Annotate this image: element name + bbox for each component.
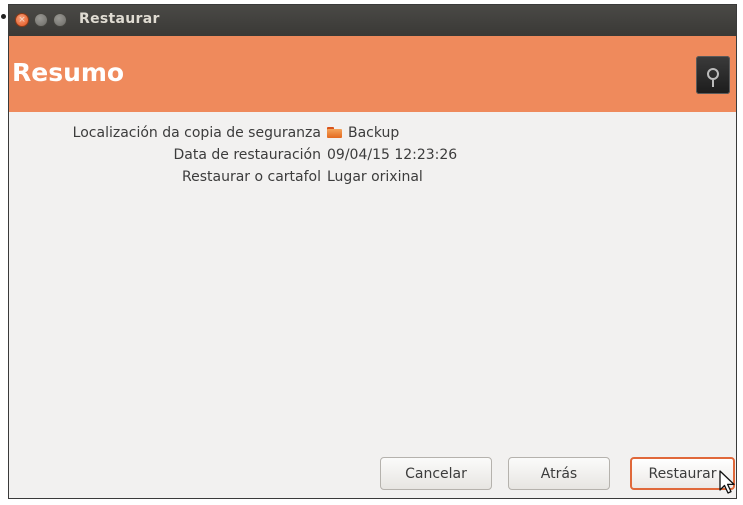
window-title: Restaurar xyxy=(79,11,160,27)
page-header: Resumo xyxy=(9,36,736,112)
back-button[interactable]: Atrás xyxy=(508,457,610,490)
maximize-icon[interactable] xyxy=(53,13,67,27)
safe-icon xyxy=(696,56,730,94)
summary-value: Backup xyxy=(348,125,400,141)
summary-value: 09/04/15 12:23:26 xyxy=(327,147,458,163)
summary-label: Data de restauración xyxy=(173,147,322,163)
cancel-button[interactable]: Cancelar xyxy=(380,457,492,490)
folder-icon xyxy=(327,127,342,138)
mouse-cursor-icon xyxy=(719,470,735,494)
summary-value: Lugar orixinal xyxy=(327,169,423,185)
restore-dialog: × Restaurar Resumo Localización da copia… xyxy=(8,4,737,499)
summary-label: Localización da copia de seguranza xyxy=(72,125,321,141)
page-title: Resumo xyxy=(12,58,125,87)
list-bullet xyxy=(1,14,6,19)
title-bar: × Restaurar xyxy=(9,5,736,36)
summary-label: Restaurar o cartafol xyxy=(182,169,321,185)
close-icon[interactable]: × xyxy=(15,13,29,27)
minimize-icon[interactable] xyxy=(34,13,48,27)
